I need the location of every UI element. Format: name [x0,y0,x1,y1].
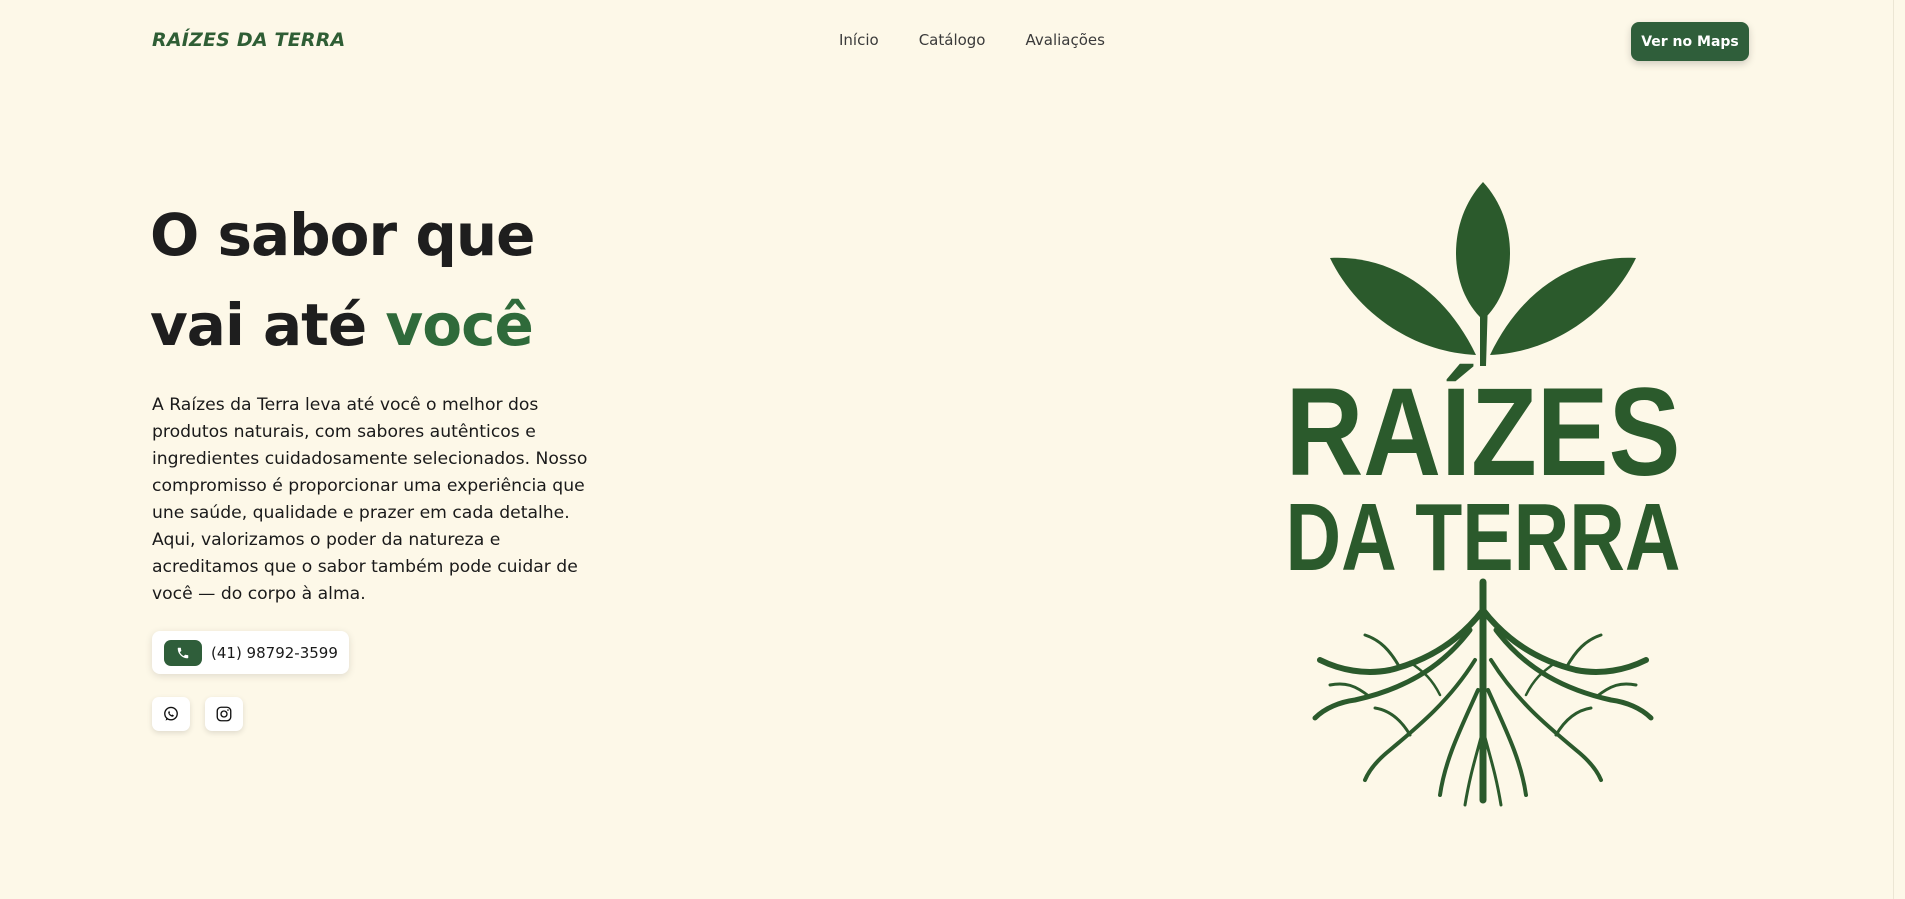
top-navbar: RAÍZES DA TERRA Início Catálogo Avaliaçõ… [0,0,1893,84]
logo-word-da-terra: DA TERRA [1286,484,1681,591]
whatsapp-button[interactable] [152,697,190,731]
hero-title-accent: você [385,291,533,359]
nav-link-catalogo[interactable]: Catálogo [919,31,986,49]
phone-number: (41) 98792-3599 [211,643,338,662]
social-links [152,697,243,731]
instagram-icon [216,706,232,722]
hero-title-line2: vai até [150,291,386,359]
instagram-button[interactable] [205,697,243,731]
nav-links: Início Catálogo Avaliações [839,31,1105,49]
hero-title-line1: O sabor que [150,201,535,269]
brand-logo-text[interactable]: RAÍZES DA TERRA [152,29,345,51]
phone-icon [164,639,202,666]
whatsapp-icon [164,706,178,721]
vertical-scrollbar[interactable] [1893,0,1905,899]
nav-link-inicio[interactable]: Início [839,31,879,49]
roots-icon [1312,578,1654,807]
hero-title: O sabor que vai até você [150,190,750,370]
phone-contact-card[interactable]: (41) 98792-3599 [152,631,349,674]
nav-link-avaliacoes[interactable]: Avaliações [1026,31,1105,49]
hero-description: A Raízes da Terra leva até você o melhor… [152,395,588,604]
logo-word-raizes: RAÍZES [1286,363,1681,502]
sprout-leaves-icon [1330,182,1636,366]
brand-logo-illustration: RAÍZES DA TERRA [1286,182,1681,807]
page: RAÍZES DA TERRA Início Catálogo Avaliaçõ… [0,0,1905,899]
view-on-maps-button[interactable]: Ver no Maps [1631,22,1749,61]
